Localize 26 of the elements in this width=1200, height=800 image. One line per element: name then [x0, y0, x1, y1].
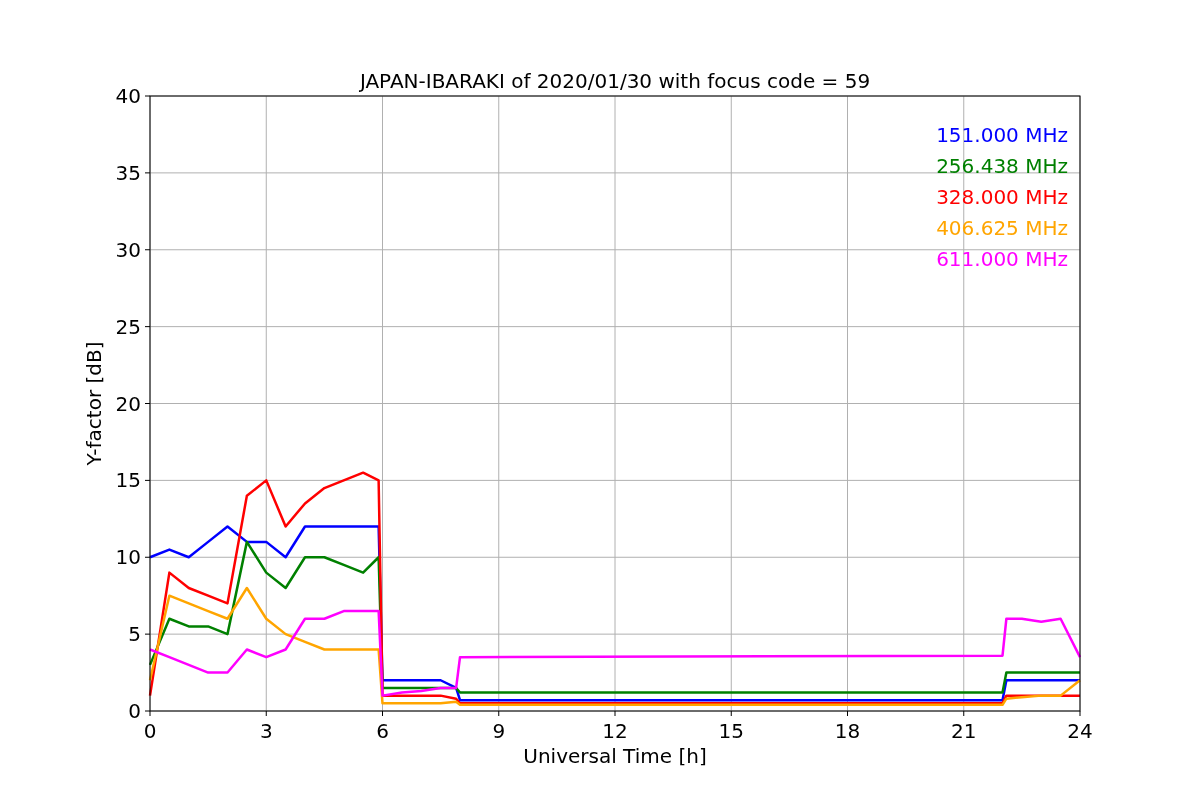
x-axis-label: Universal Time [h]: [523, 744, 707, 768]
x-tick-label: 24: [1067, 719, 1093, 743]
legend-label: 256.438 MHz: [936, 154, 1068, 178]
x-tick-label: 15: [718, 719, 744, 743]
y-tick-label: 30: [115, 237, 141, 262]
x-tick-label: 0: [143, 719, 157, 743]
y-tick-label: 40: [115, 84, 141, 108]
x-tick-label: 18: [834, 719, 861, 743]
x-tick-label: 12: [602, 719, 628, 743]
y-tick-label: 0: [128, 699, 141, 723]
y-tick-label: 25: [115, 314, 141, 339]
legend-label: 406.625 MHz: [936, 216, 1068, 240]
chart-title: JAPAN-IBARAKI of 2020/01/30 with focus code = 59: [359, 69, 871, 93]
legend-label: 611.000 MHz: [936, 247, 1068, 271]
y-axis-label: Y-factor [dB]: [82, 341, 106, 466]
y-tick-label: 10: [115, 545, 141, 570]
y-tick-label: 20: [115, 391, 141, 416]
y-tick-label: 15: [115, 468, 141, 493]
x-tick-label: 21: [951, 719, 977, 743]
x-tick-label: 3: [259, 719, 273, 743]
legend-label: 328.000 MHz: [936, 185, 1068, 209]
y-tick-label: 35: [115, 160, 141, 185]
x-tick-label: 9: [492, 719, 506, 743]
legend-label: 151.000 MHz: [936, 123, 1068, 147]
y-tick-label: 5: [128, 622, 141, 647]
x-tick-label: 6: [376, 719, 389, 743]
